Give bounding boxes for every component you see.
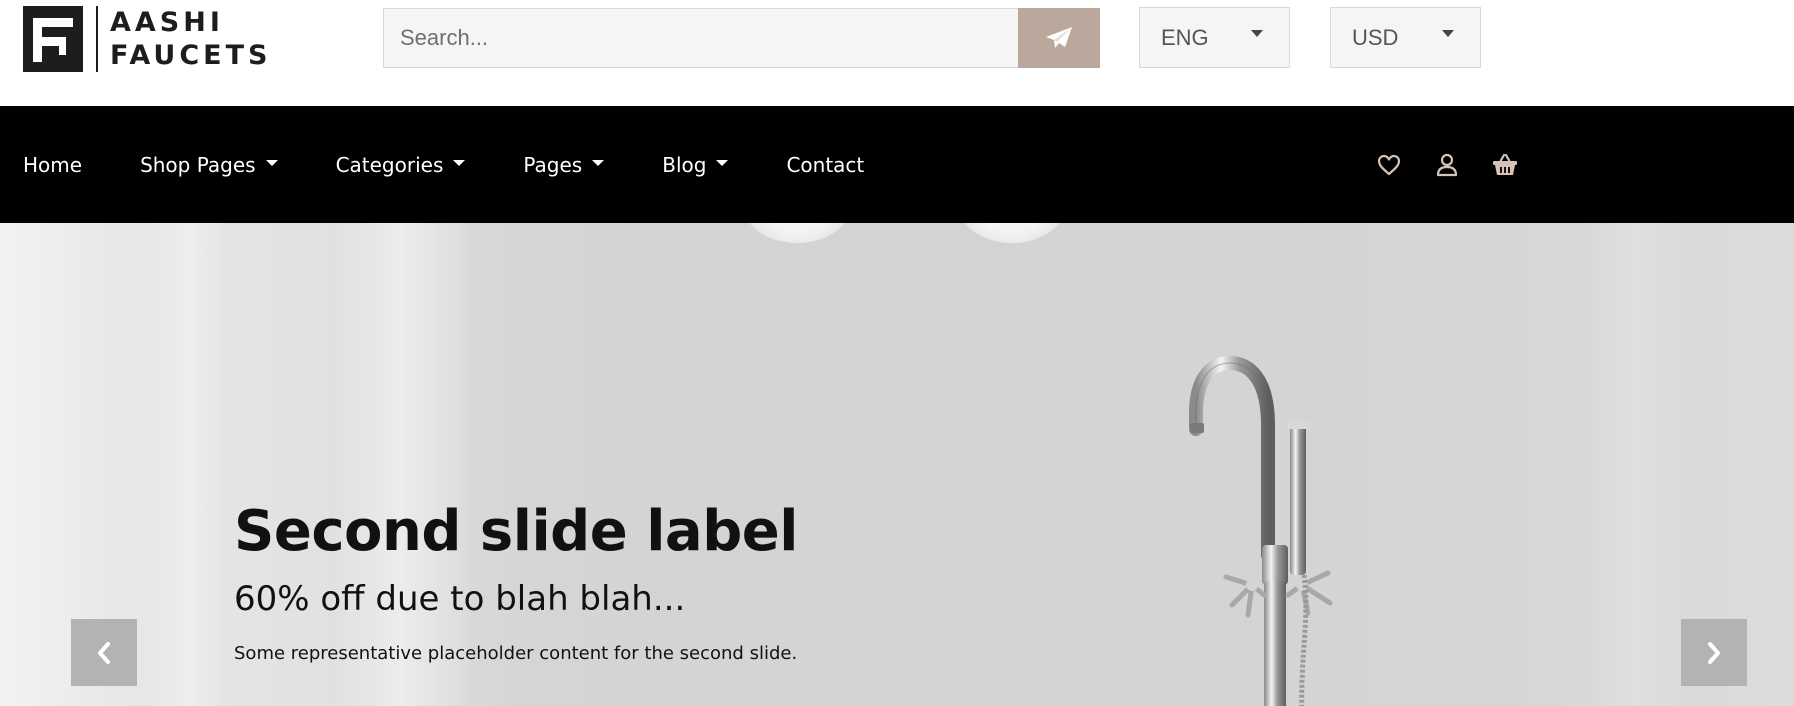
chevron-right-icon <box>1708 641 1720 664</box>
hero-carousel: Second slide label 60% off due to blah b… <box>0 223 1794 706</box>
caret-down-icon <box>265 159 278 166</box>
main-navbar: Home Shop Pages Categories Pages Blog Co… <box>0 106 1794 223</box>
basket-icon <box>1493 153 1517 175</box>
paper-plane-icon <box>1046 27 1072 48</box>
background-curtain <box>150 223 230 706</box>
nav-item-label: Pages <box>523 152 583 177</box>
top-header: AASHI FAUCETS ENG USD <box>0 0 1794 106</box>
carousel-next-button[interactable] <box>1681 619 1747 686</box>
wishlist-button[interactable] <box>1376 152 1402 178</box>
chevron-left-icon <box>98 641 110 664</box>
currency-select-value: USD <box>1352 24 1399 50</box>
faucet-image <box>1189 355 1333 706</box>
caret-down-icon <box>1442 30 1454 37</box>
user-icon <box>1436 153 1458 176</box>
language-select[interactable]: ENG <box>1139 7 1290 68</box>
search-input[interactable] <box>383 8 1018 68</box>
brand-name-line1: AASHI <box>110 7 224 38</box>
nav-item-categories[interactable]: Categories <box>336 153 466 177</box>
nav-item-pages[interactable]: Pages <box>523 152 605 177</box>
slide-caption: Second slide label 60% off due to blah b… <box>234 498 798 666</box>
ceiling-lamp <box>742 223 852 243</box>
slide-description: Some representative placeholder content … <box>234 643 798 664</box>
background-curtain <box>1580 223 1690 706</box>
brand-name: AASHI FAUCETS <box>110 6 271 72</box>
ceiling-lamp <box>957 223 1067 243</box>
carousel-prev-button[interactable] <box>71 619 137 686</box>
cart-button[interactable] <box>1492 152 1518 178</box>
nav-menu: Home Shop Pages Categories Pages Blog Co… <box>23 106 922 223</box>
brand-name-line2: FAUCETS <box>110 40 272 71</box>
search-submit-button[interactable] <box>1018 8 1100 68</box>
faucet-logo-icon <box>23 6 83 72</box>
caret-down-icon <box>453 159 466 166</box>
nav-actions <box>1344 106 1518 223</box>
search-bar <box>383 8 1100 68</box>
slide-title: Second slide label <box>234 499 798 564</box>
caret-down-icon <box>1251 30 1263 37</box>
slide-subtitle: 60% off due to blah blah... <box>234 579 686 619</box>
heart-icon <box>1377 154 1401 175</box>
nav-item-label: Contact <box>786 152 865 177</box>
logo-divider <box>96 6 98 72</box>
language-select-value: ENG <box>1161 24 1209 50</box>
account-button[interactable] <box>1434 152 1460 178</box>
nav-item-label: Shop Pages <box>140 152 256 177</box>
brand-logo[interactable]: AASHI FAUCETS <box>23 6 271 72</box>
nav-item-label: Home <box>23 152 83 177</box>
nav-item-contact[interactable]: Contact <box>786 153 864 177</box>
nav-item-label: Blog <box>662 152 707 177</box>
nav-item-blog[interactable]: Blog <box>662 152 729 177</box>
nav-item-label: Categories <box>335 152 444 177</box>
nav-item-shop-pages[interactable]: Shop Pages <box>140 153 278 177</box>
caret-down-icon <box>716 159 729 166</box>
nav-item-home[interactable]: Home <box>23 153 82 177</box>
caret-down-icon <box>592 159 605 166</box>
currency-select[interactable]: USD <box>1330 7 1481 68</box>
